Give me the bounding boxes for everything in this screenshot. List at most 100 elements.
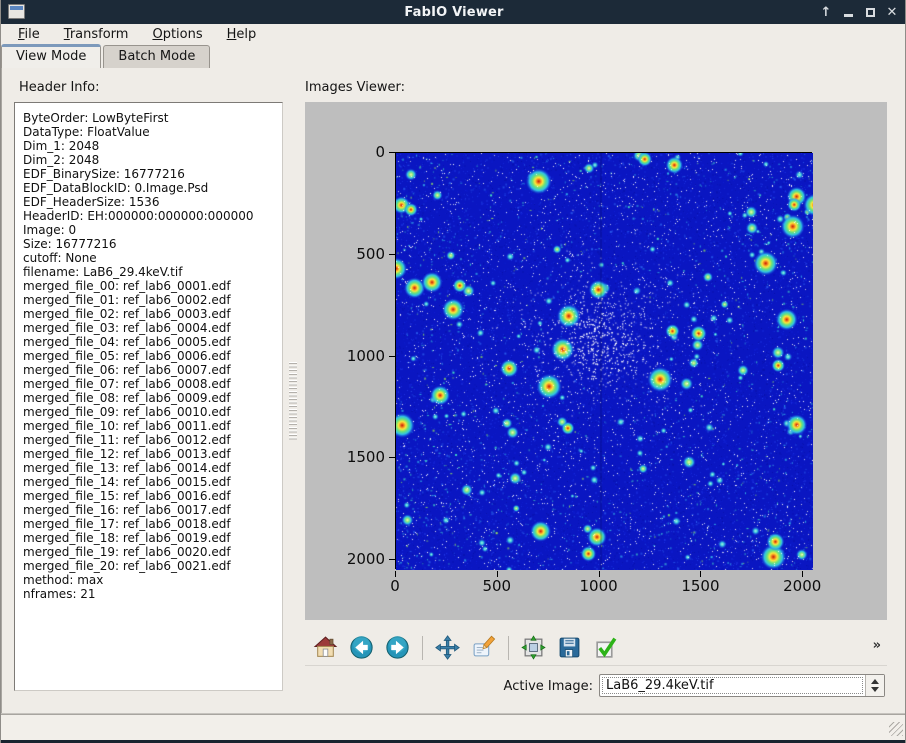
header-info-line: merged_file_01: ref_lab6_0002.edf: [23, 293, 282, 307]
header-info-line: merged_file_16: ref_lab6_0017.edf: [23, 503, 282, 517]
header-info-line: merged_file_11: ref_lab6_0012.edf: [23, 433, 282, 447]
header-info-line: merged_file_13: ref_lab6_0014.edf: [23, 461, 282, 475]
titlebar[interactable]: FabIO Viewer ↑ ✕: [1, 0, 906, 24]
tab-batch-mode[interactable]: Batch Mode: [103, 45, 210, 68]
menu-item-file[interactable]: File: [9, 26, 49, 43]
x-tick-label: 500: [467, 577, 527, 595]
spin-down-icon[interactable]: [871, 687, 879, 692]
plot-figure-area: 05001000150020000500100015002000: [305, 102, 887, 620]
back-arrow-icon: [349, 635, 374, 660]
toolbar-separator: [508, 636, 509, 660]
header-info-line: method: max: [23, 573, 282, 587]
plot-toolbar: »: [305, 630, 887, 666]
app-window-icon[interactable]: [8, 4, 25, 19]
configure-subplots-button[interactable]: [520, 634, 547, 661]
save-button[interactable]: [556, 634, 583, 661]
save-floppy-icon: [557, 635, 582, 660]
statusbar: [1, 714, 906, 740]
header-info-line: Dim_2: 2048: [23, 153, 282, 167]
close-icon[interactable]: ✕: [883, 2, 901, 22]
resize-grip[interactable]: [889, 722, 903, 736]
header-info-textarea[interactable]: ByteOrder: LowByteFirstDataType: FloatVa…: [14, 102, 283, 691]
x-tick-mark: [802, 571, 803, 577]
x-tick-label: 0: [365, 577, 425, 595]
header-info-line: merged_file_09: ref_lab6_0010.edf: [23, 405, 282, 419]
tab-view-mode[interactable]: View Mode: [1, 44, 101, 68]
spin-up-icon[interactable]: [871, 679, 879, 684]
images-viewer-title: Images Viewer:: [305, 80, 405, 95]
x-tick-mark: [700, 571, 701, 577]
shade-up-icon[interactable]: ↑: [817, 2, 835, 22]
forward-button[interactable]: [384, 634, 411, 661]
header-info-line: merged_file_12: ref_lab6_0013.edf: [23, 447, 282, 461]
header-info-line: EDF_DataBlockID: 0.Image.Psd: [23, 181, 282, 195]
y-tick-label: 500: [305, 245, 385, 263]
x-tick-label: 1500: [670, 577, 730, 595]
header-info-line: Dim_1: 2048: [23, 139, 282, 153]
header-info-line: merged_file_03: ref_lab6_0004.edf: [23, 321, 282, 335]
splitter-grip-icon[interactable]: [289, 362, 297, 440]
zoom-rect-icon: [471, 635, 496, 660]
home-button[interactable]: [312, 634, 339, 661]
active-image-label: Active Image:: [504, 679, 593, 694]
header-info-line: merged_file_15: ref_lab6_0016.edf: [23, 489, 282, 503]
apply-check-button[interactable]: [592, 634, 619, 661]
header-info-line: merged_file_02: ref_lab6_0003.edf: [23, 307, 282, 321]
maximize-icon[interactable]: [861, 2, 879, 22]
header-info-title: Header Info:: [19, 80, 99, 95]
y-tick-mark: [389, 152, 395, 153]
diffraction-plot[interactable]: [395, 152, 812, 569]
header-info-line: Size: 16777216: [23, 237, 282, 251]
y-tick-mark: [389, 254, 395, 255]
y-tick-label: 1000: [305, 347, 385, 365]
x-tick-mark: [395, 571, 396, 577]
header-info-line: merged_file_18: ref_lab6_0019.edf: [23, 531, 282, 545]
header-info-line: merged_file_19: ref_lab6_0020.edf: [23, 545, 282, 559]
header-info-line: filename: LaB6_29.4keV.tif: [23, 265, 282, 279]
toolbar-separator: [422, 636, 423, 660]
configure-subplots-icon: [521, 635, 546, 660]
menu-item-help[interactable]: Help: [218, 26, 266, 43]
header-info-line: merged_file_17: ref_lab6_0018.edf: [23, 517, 282, 531]
header-info-line: merged_file_10: ref_lab6_0011.edf: [23, 419, 282, 433]
x-tick-mark: [497, 571, 498, 577]
header-info-line: ByteOrder: LowByteFirst: [23, 111, 282, 125]
combo-spinner[interactable]: [865, 675, 884, 696]
header-info-line: merged_file_00: ref_lab6_0001.edf: [23, 279, 282, 293]
x-tick-mark: [599, 571, 600, 577]
zoom-rect-button[interactable]: [470, 634, 497, 661]
y-tick-mark: [389, 356, 395, 357]
y-tick-label: 0: [305, 143, 385, 161]
y-tick-label: 2000: [305, 550, 385, 568]
pan-arrows-icon: [435, 635, 460, 660]
panel-splitter[interactable]: [285, 68, 303, 714]
menu-item-options[interactable]: Options: [143, 26, 211, 43]
y-tick-label: 1500: [305, 448, 385, 466]
green-check-icon: [593, 635, 618, 660]
tabbar: View Mode Batch Mode: [1, 45, 906, 68]
active-image-value: LaB6_29.4keV.tif: [600, 678, 865, 693]
header-info-line: EDF_BinarySize: 16777216: [23, 167, 282, 181]
pan-button[interactable]: [434, 634, 461, 661]
back-button[interactable]: [348, 634, 375, 661]
header-info-line: merged_file_14: ref_lab6_0015.edf: [23, 475, 282, 489]
forward-arrow-icon: [385, 635, 410, 660]
active-image-combobox[interactable]: LaB6_29.4keV.tif: [599, 674, 885, 697]
header-info-line: merged_file_06: ref_lab6_0007.edf: [23, 363, 282, 377]
header-info-line: HeaderID: EH:000000:000000:000000: [23, 209, 282, 223]
active-image-row: Active Image: LaB6_29.4keV.tif: [305, 672, 887, 700]
x-tick-label: 2000: [772, 577, 832, 595]
header-info-line: merged_file_08: ref_lab6_0009.edf: [23, 391, 282, 405]
diffraction-image[interactable]: [396, 153, 813, 570]
header-info-line: EDF_HeaderSize: 1536: [23, 195, 282, 209]
menu-item-transform[interactable]: Transform: [55, 26, 138, 43]
header-info-line: nframes: 21: [23, 587, 282, 601]
minimize-icon[interactable]: [839, 2, 857, 22]
window-controls: ↑ ✕: [817, 0, 901, 24]
header-info-line: cutoff: None: [23, 251, 282, 265]
header-info-line: Image: 0: [23, 223, 282, 237]
toolbar-overflow-chevron[interactable]: »: [873, 638, 881, 653]
home-icon: [313, 635, 338, 660]
header-info-line: merged_file_20: ref_lab6_0021.edf: [23, 559, 282, 573]
menubar: File Transform Options Help: [1, 24, 906, 45]
